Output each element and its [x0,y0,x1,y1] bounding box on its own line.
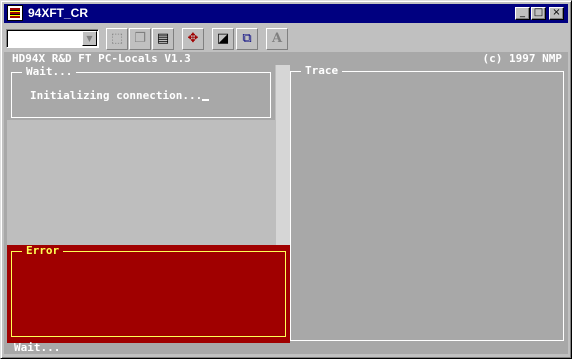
mark-icon: ⬚ [110,31,124,46]
wait-panel-title: Wait... [22,66,77,78]
application-window: 94XFT_CR _ □ × ▼ ⬚ ❐ ▤ ✥ ◪ ⧉ A HD94X R&D… [0,0,572,359]
trace-panel: Trace [290,65,565,343]
status-line: Wait... [14,341,61,354]
dos-app-icon[interactable] [7,5,23,21]
fullscreen-icon: ✥ [187,31,199,46]
connection-message-text: Initializing connection... [30,89,203,102]
close-button[interactable]: × [549,7,564,20]
error-panel-title: Error [22,245,64,257]
properties-icon: ◪ [216,31,230,46]
minimize-button[interactable]: _ [515,7,530,20]
maximize-button[interactable]: □ [531,7,546,20]
connection-message: Initializing connection... [30,89,210,102]
properties-button[interactable]: ◪ [212,28,234,50]
font-button[interactable]: A [266,28,288,50]
console-area[interactable]: HD94X R&D FT PC-Locals V1.3 (c) 1997 NMP… [4,52,568,354]
error-frame: Error [11,245,286,337]
wait-panel: Wait... Initializing connection... [7,65,275,120]
wait-frame: Wait... Initializing connection... [11,66,271,118]
copyright-text: (c) 1997 NMP [482,52,562,65]
copy-icon: ❐ [134,31,146,46]
chevron-down-icon[interactable]: ▼ [82,31,97,46]
paste-button[interactable]: ▤ [152,28,174,50]
font-size-combo[interactable]: ▼ [6,29,99,48]
trace-panel-title: Trace [301,65,343,77]
trace-frame: Trace [290,65,564,341]
paste-icon: ▤ [156,31,170,46]
title-bar[interactable]: 94XFT_CR _ □ × [4,4,568,23]
copy-button[interactable]: ❐ [129,28,151,50]
app-header-title: HD94X R&D FT PC-Locals V1.3 [12,52,191,65]
background-button[interactable]: ⧉ [236,28,258,50]
mark-button[interactable]: ⬚ [106,28,128,50]
text-cursor [202,99,210,101]
toolbar: ▼ ⬚ ❐ ▤ ✥ ◪ ⧉ A [4,26,568,52]
background-icon: ⧉ [242,31,252,46]
dither-strip [276,65,290,245]
window-title: 94XFT_CR [28,6,89,20]
fullscreen-button[interactable]: ✥ [182,28,204,50]
error-panel: Error [7,245,290,343]
font-icon: A [271,31,283,46]
